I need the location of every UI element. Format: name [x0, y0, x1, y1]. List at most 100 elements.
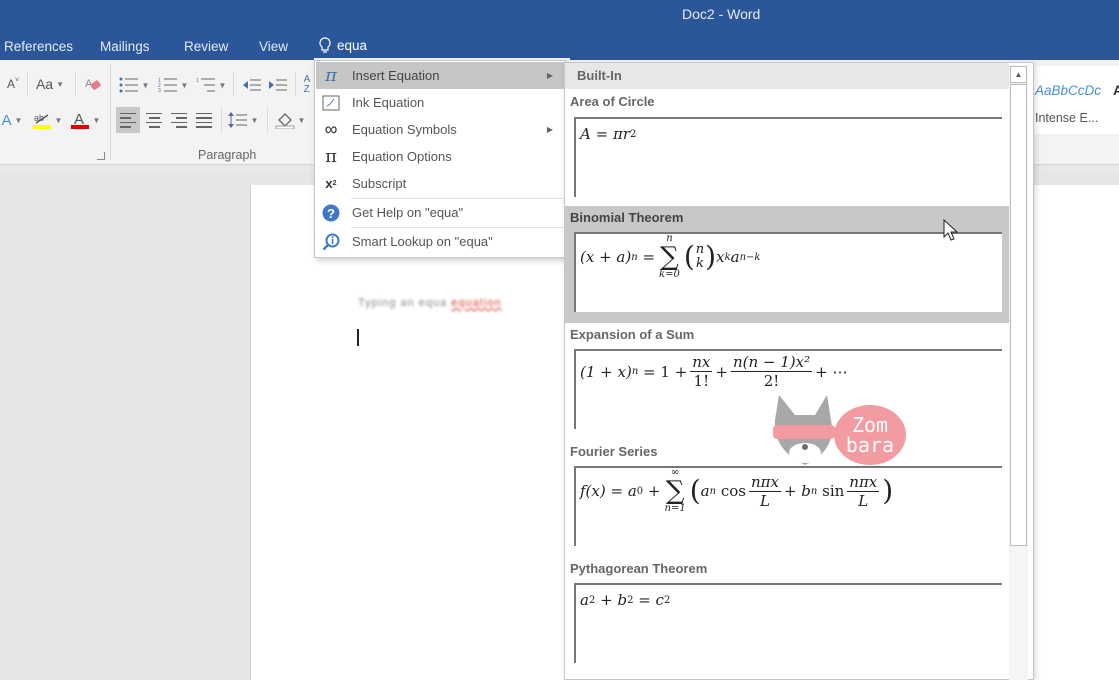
- lightbulb-icon: [319, 37, 331, 53]
- misspelled-word: equation: [451, 297, 502, 309]
- window-title: Doc2 - Word: [682, 6, 761, 22]
- equation-title: Expansion of a Sum: [570, 327, 695, 342]
- equation-title: Area of Circle: [570, 94, 655, 109]
- align-center-icon: [146, 112, 162, 128]
- chevron-down-icon: ▼: [297, 115, 306, 125]
- menu-item-smart-lookup[interactable]: Smart Lookup on "equa": [316, 228, 565, 255]
- align-right-button[interactable]: [167, 107, 191, 133]
- document-text: Typing an equa: [358, 297, 448, 309]
- equation-binomial-theorem: (x + a) n = n ∑ k=0 (n k) x k a n−k: [580, 233, 761, 280]
- menu-item-equation-symbols[interactable]: ∞ Equation Symbols ▶: [316, 116, 565, 143]
- document-text-line[interactable]: Typing an equa equation: [358, 297, 502, 309]
- paint-bucket-icon: [275, 113, 294, 129]
- chevron-down-icon: ▼: [180, 80, 189, 90]
- text-effects-button[interactable]: A ▼: [0, 109, 24, 131]
- numbering-button[interactable]: 123 ▼: [156, 74, 190, 96]
- divider: [233, 72, 234, 96]
- shrink-font-button[interactable]: A˅: [4, 74, 22, 94]
- svg-text:1: 1: [196, 78, 199, 84]
- chevron-down-icon: ▼: [56, 79, 65, 89]
- chevron-down-icon: ▼: [14, 115, 23, 125]
- equation-title: Fourier Series: [570, 444, 658, 459]
- increase-indent-button[interactable]: [266, 74, 290, 96]
- chevron-up-icon: ▲: [1014, 70, 1023, 79]
- text-cursor: [357, 329, 359, 346]
- menu-item-label: Subscript: [352, 176, 407, 191]
- watermark-logo: Zom bara: [773, 395, 906, 465]
- equation-entry-pythagorean-theorem[interactable]: Pythagorean Theorem a2 + b2 = c2: [565, 556, 1009, 673]
- style-sample-next: A: [1113, 82, 1119, 98]
- sort-icon: AZ: [303, 74, 311, 95]
- clear-formatting-button[interactable]: A: [82, 73, 104, 95]
- tab-view[interactable]: View: [259, 39, 288, 54]
- divider: [221, 108, 222, 132]
- group-divider: [110, 64, 111, 160]
- font-color-button[interactable]: A ▼: [68, 108, 102, 132]
- menu-item-insert-equation[interactable]: π Insert Equation ▶: [316, 62, 565, 89]
- menu-item-label: Equation Symbols: [352, 122, 457, 137]
- svg-text:bara: bara: [846, 433, 894, 457]
- style-sample-text: AaBbCcDc: [1035, 83, 1102, 98]
- align-left-icon: [120, 112, 136, 128]
- menu-item-ink-equation[interactable]: Ink Equation: [316, 89, 565, 116]
- chevron-down-icon: ▼: [218, 80, 227, 90]
- gallery-scrollbar[interactable]: ▲: [1009, 65, 1028, 680]
- justify-button[interactable]: [192, 107, 216, 133]
- tab-references[interactable]: References: [4, 39, 73, 54]
- align-right-icon: [171, 112, 187, 128]
- menu-item-get-help[interactable]: ? Get Help on "equa": [316, 199, 565, 226]
- multilevel-list-button[interactable]: 1 ▼: [194, 74, 228, 96]
- chevron-down-icon: ▼: [250, 115, 259, 125]
- bullets-button[interactable]: ▼: [117, 74, 151, 96]
- subscript-icon: x2: [325, 176, 337, 191]
- align-left-button[interactable]: [116, 107, 140, 133]
- equation-preview: A = πr 2: [574, 117, 1002, 197]
- tab-review[interactable]: Review: [184, 39, 228, 54]
- numbering-icon: 123: [158, 78, 177, 93]
- mouse-pointer-icon: [943, 219, 959, 241]
- smart-lookup-icon: [316, 233, 346, 251]
- tell-me-box[interactable]: equa: [318, 37, 367, 54]
- chevron-down-icon: ▼: [141, 80, 150, 90]
- font-dialog-launcher[interactable]: [97, 152, 105, 160]
- text-effects-icon: A: [1, 111, 12, 129]
- equation-expansion-of-a-sum: (1 + x) n = 1 + nx 1! + n(n − 1)x² 2! + ⋯: [580, 353, 848, 390]
- decrease-indent-icon: [243, 79, 261, 91]
- menu-item-equation-options[interactable]: π Equation Options: [316, 143, 565, 170]
- shrink-font-icon: A˅: [6, 77, 20, 91]
- line-spacing-button[interactable]: ▼: [226, 107, 260, 133]
- font-color-icon: A: [70, 111, 89, 129]
- multilevel-list-icon: 1: [196, 78, 215, 92]
- eraser-icon: A: [85, 78, 101, 90]
- line-spacing-icon: [227, 112, 247, 128]
- shading-button[interactable]: ▼: [272, 107, 308, 133]
- divider: [75, 72, 76, 96]
- scroll-up-button[interactable]: ▲: [1010, 66, 1027, 83]
- paragraph-group-label: Paragraph: [198, 148, 257, 162]
- menu-item-subscript[interactable]: x2 Subscript: [316, 170, 565, 197]
- menu-item-label: Insert Equation: [352, 68, 440, 83]
- highlight-color-button[interactable]: ab ▼: [30, 108, 64, 132]
- sort-button[interactable]: AZ: [300, 72, 314, 98]
- equation-entry-quadratic-formula[interactable]: Quadratic Formula: [565, 673, 1009, 679]
- equation-title: Binomial Theorem: [570, 210, 684, 225]
- equation-title: Pythagorean Theorem: [570, 561, 708, 576]
- divider: [27, 72, 28, 96]
- submenu-arrow-icon: ▶: [546, 125, 553, 134]
- tab-mailings[interactable]: Mailings: [100, 39, 150, 54]
- align-center-button[interactable]: [142, 107, 166, 133]
- tell-me-menu: π Insert Equation ▶ Ink Equation ∞ Equat…: [314, 60, 566, 258]
- increase-indent-icon: [269, 79, 287, 91]
- style-name-intense-emphasis[interactable]: Intense E...: [1035, 111, 1098, 125]
- chevron-down-icon: ▼: [92, 115, 101, 125]
- tell-me-query[interactable]: equa: [337, 38, 367, 53]
- pi-icon: π: [325, 146, 337, 167]
- scroll-thumb[interactable]: [1010, 84, 1027, 546]
- divider: [295, 72, 296, 96]
- styles-gallery[interactable]: AaBbCcDc A Intense E...: [1030, 66, 1119, 134]
- decrease-indent-button[interactable]: [240, 74, 264, 96]
- equation-entry-area-of-circle[interactable]: Area of Circle A = πr 2: [565, 90, 1009, 206]
- change-case-button[interactable]: Aa ▼: [34, 73, 66, 95]
- submenu-arrow-icon: ▶: [546, 71, 553, 80]
- equation-area-of-circle: A = πr 2: [580, 125, 637, 143]
